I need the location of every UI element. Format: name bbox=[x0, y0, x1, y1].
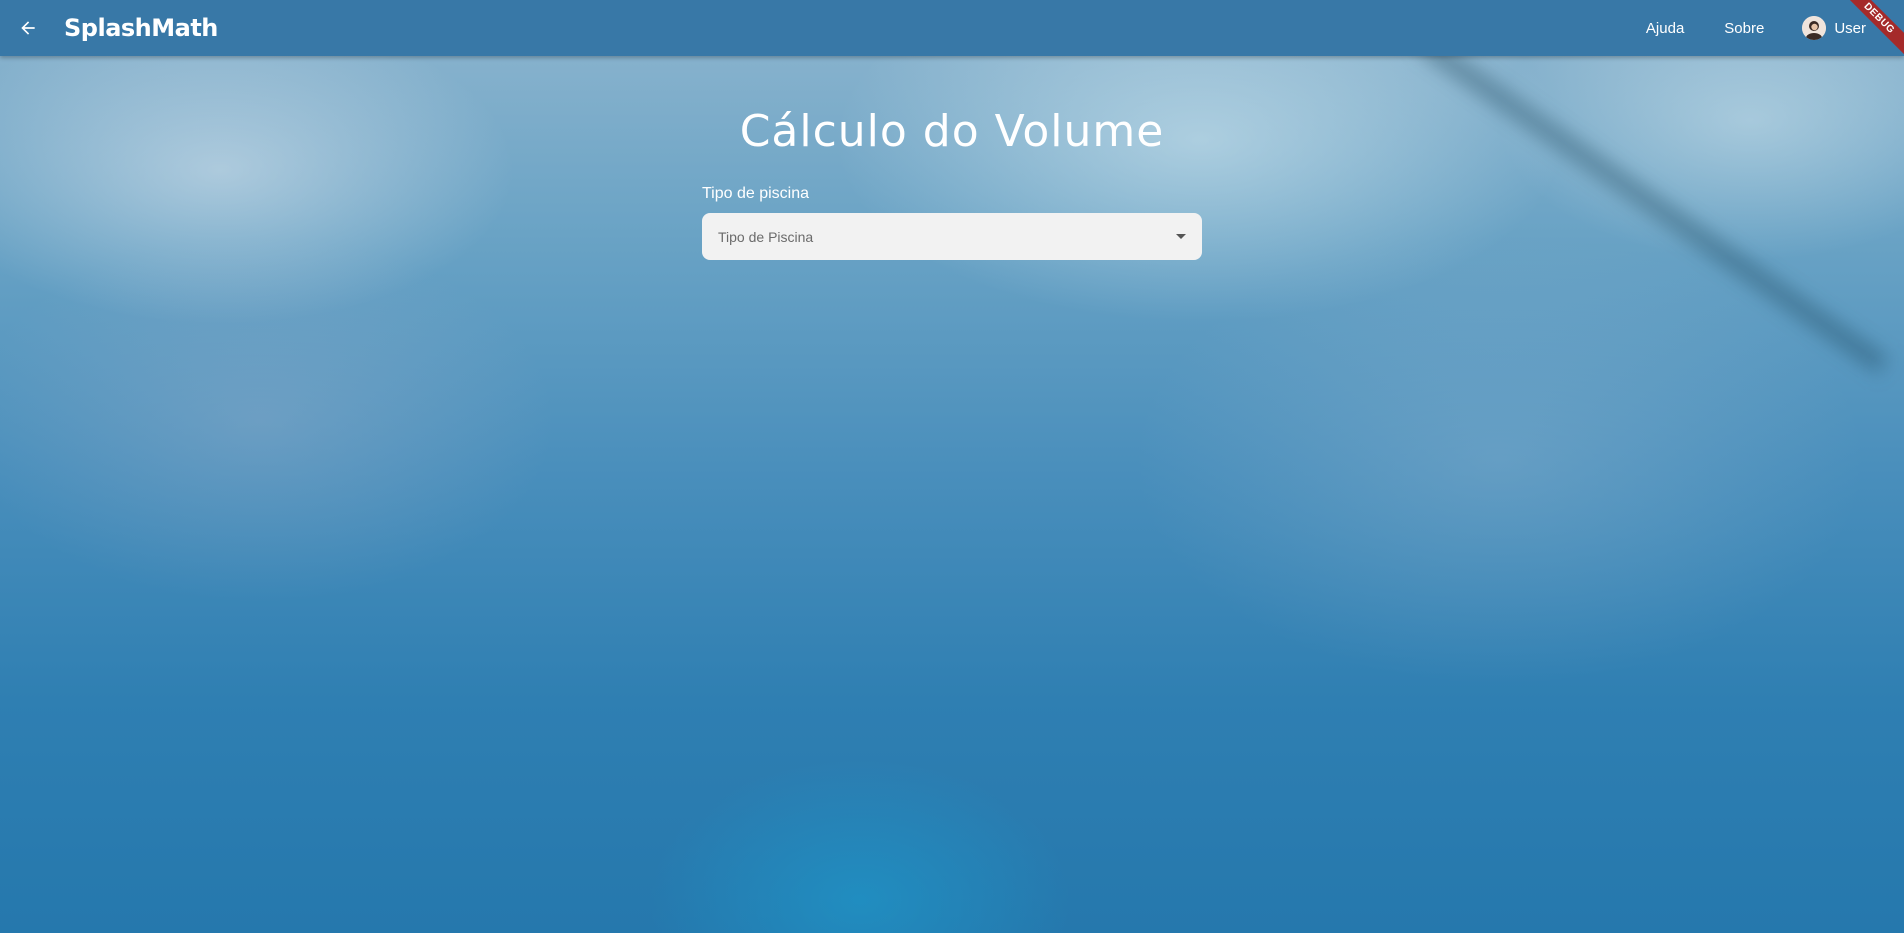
app-title: SplashMath bbox=[64, 14, 218, 42]
pool-type-placeholder: Tipo de Piscina bbox=[718, 228, 814, 245]
pool-type-form: Tipo de piscina Tipo de Piscina bbox=[702, 185, 1202, 260]
about-button[interactable]: Sobre bbox=[1704, 0, 1784, 56]
help-button[interactable]: Ajuda bbox=[1626, 0, 1704, 56]
pool-type-dropdown[interactable]: Tipo de Piscina bbox=[702, 213, 1202, 260]
arrow-left-icon bbox=[21, 21, 35, 35]
user-label: User bbox=[1834, 19, 1866, 37]
pool-type-label: Tipo de piscina bbox=[702, 185, 810, 202]
avatar bbox=[1802, 16, 1827, 40]
user-avatar-icon bbox=[1802, 16, 1827, 40]
caret-down-icon bbox=[1176, 234, 1186, 239]
main-content: Cálculo do Volume Tipo de piscina Tipo d… bbox=[0, 56, 1904, 260]
app-bar: SplashMath Ajuda Sobre User DEBUG bbox=[0, 0, 1904, 56]
page-title: Cálculo do Volume bbox=[739, 106, 1165, 157]
back-button[interactable] bbox=[0, 0, 56, 56]
